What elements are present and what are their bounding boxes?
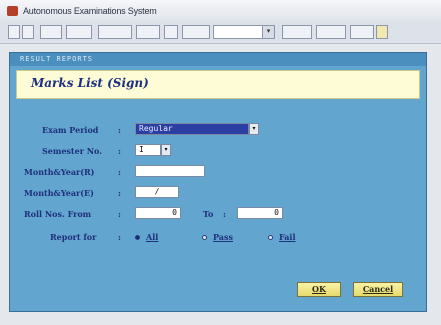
month-year-e-input[interactable]: / bbox=[135, 186, 179, 198]
roll-to-label: To bbox=[203, 209, 214, 219]
panel-header: RESULT REPORTS bbox=[10, 53, 426, 66]
colon: : bbox=[118, 188, 121, 198]
exam-period-label: Exam Period bbox=[42, 125, 99, 135]
exit-icon[interactable] bbox=[376, 25, 388, 39]
colon: : bbox=[118, 209, 121, 219]
filter-icon[interactable] bbox=[316, 25, 346, 39]
navigate-icon[interactable] bbox=[98, 25, 132, 39]
radio-pass-label[interactable]: Pass bbox=[213, 232, 233, 242]
roll-to-input[interactable]: 0 bbox=[237, 207, 283, 219]
toolbar: ▾ bbox=[0, 22, 441, 44]
colon: : bbox=[223, 209, 226, 219]
toolbar-combo[interactable]: ▾ bbox=[213, 25, 275, 39]
settings-icon[interactable] bbox=[350, 25, 374, 39]
check-icon[interactable] bbox=[182, 25, 210, 39]
colon: : bbox=[118, 232, 121, 242]
month-year-r-input[interactable] bbox=[135, 165, 205, 177]
exam-period-select[interactable]: Regular bbox=[135, 123, 249, 135]
roll-from-input[interactable]: 0 bbox=[135, 207, 181, 219]
radio-pass[interactable] bbox=[202, 235, 207, 240]
save-icon[interactable] bbox=[22, 25, 34, 39]
chevron-down-icon[interactable]: ▾ bbox=[161, 144, 171, 156]
cancel-button[interactable]: Cancel bbox=[353, 282, 403, 297]
semester-label: Semester No. bbox=[42, 146, 103, 156]
help-icon[interactable] bbox=[164, 25, 178, 39]
title-bar: Autonomous Examinations System bbox=[0, 0, 441, 22]
app-logo-icon bbox=[7, 6, 18, 16]
new-icon[interactable] bbox=[8, 25, 20, 39]
result-reports-panel: RESULT REPORTS Marks List (Sign) Exam Pe… bbox=[9, 52, 427, 312]
print-icon[interactable] bbox=[40, 25, 62, 39]
month-year-r-label: Month&Year(R) bbox=[24, 167, 95, 177]
radio-all-label[interactable]: All bbox=[146, 232, 158, 242]
ok-button[interactable]: OK bbox=[297, 282, 341, 297]
radio-fail[interactable] bbox=[268, 235, 273, 240]
month-year-e-label: Month&Year(E) bbox=[24, 188, 94, 198]
roll-from-label: Roll Nos. From bbox=[24, 209, 92, 219]
report-banner: Marks List (Sign) bbox=[16, 70, 420, 99]
report-for-label: Report for bbox=[50, 232, 97, 242]
undo-icon[interactable] bbox=[136, 25, 160, 39]
radio-all[interactable] bbox=[135, 235, 140, 240]
colon: : bbox=[118, 167, 121, 177]
colon: : bbox=[118, 125, 121, 135]
chevron-down-icon[interactable]: ▾ bbox=[262, 26, 274, 38]
radio-fail-label[interactable]: Fail bbox=[279, 232, 296, 242]
page-title: Marks List (Sign) bbox=[31, 76, 149, 90]
zoom-icon[interactable] bbox=[282, 25, 312, 39]
semester-select[interactable]: I bbox=[135, 144, 161, 156]
colon: : bbox=[118, 146, 121, 156]
window-title: Autonomous Examinations System bbox=[23, 6, 157, 16]
copy-icon[interactable] bbox=[66, 25, 92, 39]
chevron-down-icon[interactable]: ▾ bbox=[249, 123, 259, 135]
